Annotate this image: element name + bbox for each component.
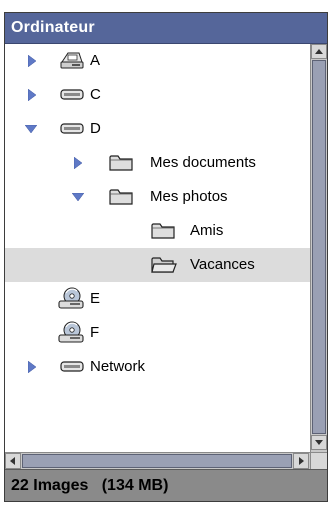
vertical-scrollbar[interactable] [310, 44, 327, 452]
tree-item-label: D [90, 120, 101, 137]
tree-item-network[interactable]: Network [5, 350, 310, 384]
status-text: 22 Images (134 MB) [11, 477, 169, 494]
arrow-up-icon [315, 49, 323, 54]
tree-item-drive-d[interactable]: D [5, 112, 310, 146]
scroll-right-button[interactable] [293, 453, 309, 469]
tree-item-drive-f[interactable]: F [5, 316, 310, 350]
title-bar: Ordinateur [5, 13, 327, 44]
tree-item-label: E [90, 290, 101, 307]
scroll-up-button[interactable] [311, 44, 327, 59]
collapse-triangle-icon[interactable] [25, 112, 37, 146]
scroll-left-button[interactable] [5, 453, 21, 469]
tree-item-drive-a[interactable]: A [5, 44, 310, 78]
folder-tree: A C D Mes documents Mes photos Amis Vaca… [5, 44, 310, 452]
computer-browser-panel: Ordinateur A C D Mes documents Mes photo… [4, 12, 328, 502]
tree-item-label: Amis [190, 222, 224, 239]
tree-item-vacances[interactable]: Vacances [5, 248, 310, 282]
horizontal-scroll-thumb[interactable] [22, 454, 292, 468]
scrollbar-corner [310, 452, 327, 469]
expand-triangle-icon[interactable] [74, 146, 86, 180]
tree-item-drive-c[interactable]: C [5, 78, 310, 112]
arrow-left-icon [10, 457, 15, 465]
panel-title: Ordinateur [11, 19, 95, 36]
horizontal-scrollbar[interactable] [5, 452, 310, 469]
tree-item-amis[interactable]: Amis [5, 214, 310, 248]
tree-item-label: Mes photos [150, 188, 228, 205]
status-bar: 22 Images (134 MB) [5, 469, 327, 501]
tree-item-label: Vacances [190, 256, 255, 273]
tree-item-label: A [90, 52, 101, 69]
collapse-triangle-icon[interactable] [72, 180, 84, 214]
tree-item-mes-documents[interactable]: Mes documents [5, 146, 310, 180]
tree-item-label: F [90, 324, 100, 341]
tree-item-label: Mes documents [150, 154, 256, 171]
vertical-scroll-thumb[interactable] [312, 60, 326, 434]
tree-item-mes-photos[interactable]: Mes photos [5, 180, 310, 214]
tree-item-label: Network [90, 358, 146, 375]
expand-triangle-icon[interactable] [28, 350, 40, 384]
arrow-down-icon [315, 440, 323, 445]
arrow-right-icon [299, 457, 304, 465]
scroll-down-button[interactable] [311, 435, 327, 450]
tree-item-label: C [90, 86, 101, 103]
expand-triangle-icon[interactable] [28, 78, 40, 112]
expand-triangle-icon[interactable] [28, 44, 40, 78]
tree-item-drive-e[interactable]: E [5, 282, 310, 316]
